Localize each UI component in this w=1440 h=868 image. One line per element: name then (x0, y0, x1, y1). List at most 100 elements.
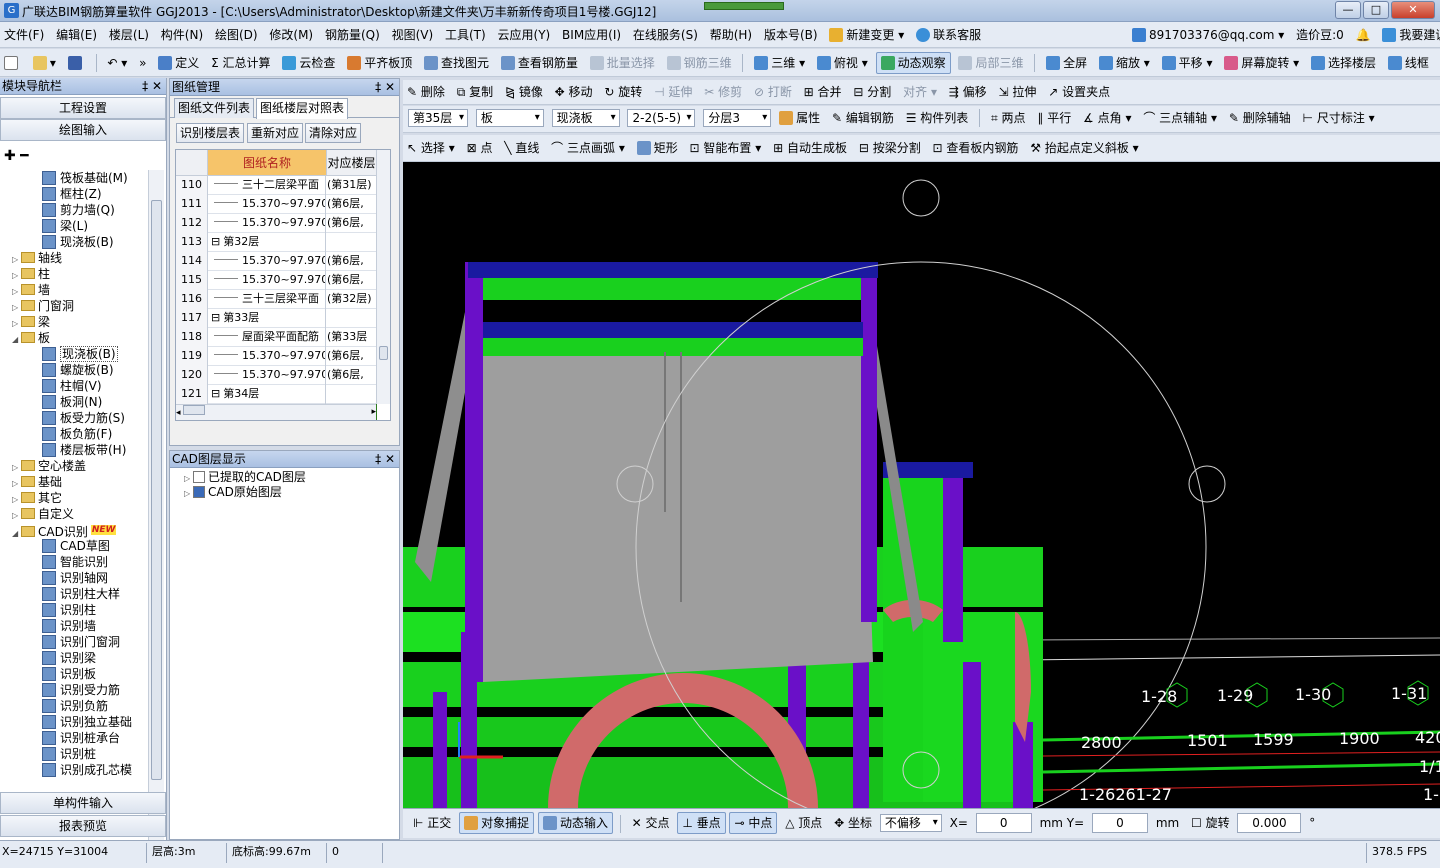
menu-view[interactable]: 视图(V) (388, 24, 438, 46)
delete-axis-button[interactable]: ✎ 删除辅轴 (1225, 107, 1295, 129)
cell-drawing-name[interactable]: ⊟ 第32层 (208, 233, 326, 252)
summary-calc-button[interactable]: Σ 汇总计算 (207, 52, 274, 74)
menu-edit[interactable]: 编辑(E) (52, 24, 101, 46)
tree-item[interactable]: 识别柱 (42, 602, 96, 618)
tree-item[interactable]: 识别受力筋 (42, 682, 120, 698)
subtype-select[interactable]: 现浇板 (551, 109, 620, 127)
column-header-drawing-name[interactable]: 图纸名称 (208, 150, 327, 176)
tree-folder[interactable]: ◢ CAD识别 NEW (12, 522, 117, 539)
extracted-cad-layer-item[interactable]: ▷ 已提取的CAD图层 (184, 469, 306, 485)
3d-viewport[interactable]: 1-28 1-29 1-30 1-31 2800 1501 1599 1900 … (403, 162, 1440, 808)
expander-icon[interactable]: ◢ (12, 526, 21, 542)
table-row[interactable]: 117 ⊟ 第33层 (176, 309, 376, 328)
tree-folder[interactable]: ▷ 轴线 (12, 250, 62, 266)
tree-item[interactable]: 板洞(N) (42, 394, 102, 410)
checkbox-icon[interactable] (193, 471, 205, 483)
point-button[interactable]: ⊠ 点 (463, 137, 497, 159)
component-name-select[interactable]: 2-2(5-5) (627, 109, 696, 127)
tree-item[interactable]: 识别负筋 (42, 698, 108, 714)
extend-button[interactable]: ⊣ 延伸 (650, 81, 696, 103)
menu-cloud[interactable]: 云应用(Y) (494, 24, 555, 46)
cell-floor[interactable]: (第6层, (327, 366, 377, 385)
type-select[interactable]: 板 (475, 109, 544, 127)
tree-item[interactable]: 识别独立基础 (42, 714, 132, 730)
new-file-icon[interactable] (0, 52, 25, 74)
offset-button[interactable]: ⇶ 偏移 (945, 81, 991, 103)
collapse-icon[interactable]: ⊟ (211, 235, 220, 248)
line-button[interactable]: ╲ 直线 (500, 137, 543, 159)
tree-item[interactable]: 框柱(Z) (42, 186, 102, 202)
tree-item[interactable]: 楼层板带(H) (42, 442, 126, 458)
break-button[interactable]: ⊘ 打断 (750, 81, 796, 103)
auto-generate-slab-button[interactable]: ⊞ 自动生成板 (769, 137, 851, 159)
panel-pin-close[interactable]: ‡ ✕ (375, 79, 395, 96)
intersection-snap[interactable]: ✕ 交点 (628, 812, 674, 834)
rotate-input[interactable]: 0.000 (1237, 813, 1302, 833)
table-row[interactable]: 112 15.370~97.970 (第6层, (176, 214, 376, 233)
tree-item[interactable]: 板受力筋(S) (42, 410, 125, 426)
tree-item[interactable]: 筏板基础(M) (42, 170, 128, 186)
tree-folder[interactable]: ▷ 其它 (12, 490, 62, 506)
tree-item[interactable]: 识别板 (42, 666, 96, 682)
trim-button[interactable]: ✂ 修剪 (700, 81, 746, 103)
menu-help[interactable]: 帮助(H) (706, 24, 756, 46)
remap-button[interactable]: 重新对应 (247, 123, 304, 143)
tree-item[interactable]: 识别墙 (42, 618, 96, 634)
find-element-button[interactable]: 查找图元 (420, 52, 493, 74)
cell-drawing-name[interactable]: 15.370~97.970 (208, 271, 326, 290)
tree-item[interactable]: CAD草图 (42, 538, 110, 554)
cell-floor[interactable]: (第6层, (327, 195, 377, 214)
recognize-floor-table-button[interactable]: 识别楼层表 (176, 123, 245, 143)
tree-item[interactable]: 现浇板(B) (42, 346, 118, 362)
tree-item[interactable]: 剪力墙(Q) (42, 202, 115, 218)
rotate-checkbox[interactable]: ☐ 旋转 (1187, 812, 1234, 834)
tree-item[interactable]: 识别成孔芯模 (42, 762, 132, 778)
clear-mapping-button[interactable]: 清除对应 (305, 123, 362, 143)
menu-tools[interactable]: 工具(T) (441, 24, 490, 46)
move-button[interactable]: ✥ 移动 (551, 81, 597, 103)
tree-item[interactable]: 识别桩承台 (42, 730, 120, 746)
cell-drawing-name[interactable]: 三十二层梁平面 (208, 176, 326, 195)
wireframe-button[interactable]: 线框 (1384, 52, 1433, 74)
menu-modify[interactable]: 修改(M) (265, 24, 317, 46)
pan-button[interactable]: 平移 ▾ (1158, 52, 1217, 74)
perpendicular-snap[interactable]: ⊥ 垂点 (677, 812, 726, 834)
object-snap-toggle[interactable]: 对象捕捉 (459, 812, 535, 834)
cell-floor[interactable]: (第6层, (327, 347, 377, 366)
delete-button[interactable]: ✎ 删除 (403, 81, 449, 103)
view-rebar-qty-button[interactable]: 查看钢筋量 (497, 52, 582, 74)
tree-item[interactable]: 识别门窗洞 (42, 634, 120, 650)
expand-collapse-icons[interactable]: ✚ ━ (4, 148, 29, 164)
rectangle-button[interactable]: 矩形 (633, 137, 682, 159)
ortho-toggle[interactable]: ⊩ 正交 (409, 812, 455, 834)
define-button[interactable]: 定义 (154, 52, 203, 74)
cloud-check-button[interactable]: 云检查 (278, 52, 339, 74)
select-button[interactable]: ↖ 选择 ▾ (403, 137, 459, 159)
tree-folder[interactable]: ▷ 门窗洞 (12, 298, 74, 314)
cell-drawing-name[interactable]: 15.370~97.970 (208, 252, 326, 271)
tree-item[interactable]: 识别柱大样 (42, 586, 120, 602)
table-row[interactable]: 116 三十三层梁平面 (第32层) (176, 290, 376, 309)
select-floor-button[interactable]: 选择楼层 (1307, 52, 1380, 74)
3d-view-button[interactable]: 三维 ▾ (750, 52, 809, 74)
cell-floor[interactable] (327, 385, 377, 404)
cell-drawing-name[interactable]: ⊟ 第34层 (208, 385, 326, 404)
tree-folder[interactable]: ▷ 自定义 (12, 506, 74, 522)
menu-bim[interactable]: BIM应用(I) (558, 24, 625, 46)
screen-rotate-button[interactable]: 屏幕旋转 ▾ (1220, 52, 1303, 74)
define-slope-slab-button[interactable]: ⚒ 抬起点定义斜板 ▾ (1026, 137, 1142, 159)
collapse-icon[interactable]: ⊟ (211, 387, 220, 400)
menu-file[interactable]: 文件(F) (0, 24, 48, 46)
save-icon[interactable] (64, 52, 89, 74)
expander-icon[interactable]: ◢ (12, 332, 21, 348)
smart-layout-button[interactable]: ⊡ 智能布置 ▾ (686, 137, 766, 159)
mirror-button[interactable]: ⧎ 镜像 (501, 81, 547, 103)
point-angle-button[interactable]: ∡ 点角 ▾ (1079, 107, 1135, 129)
cell-floor[interactable]: (第6层, (327, 214, 377, 233)
dynamic-input-toggle[interactable]: 动态输入 (537, 812, 613, 834)
table-row[interactable]: 113 ⊟ 第32层 (176, 233, 376, 252)
cell-floor[interactable]: (第6层, (327, 252, 377, 271)
nav-pin-close[interactable]: ‡ ✕ (142, 78, 162, 95)
suggest-link[interactable]: 我要建议 (1378, 24, 1440, 46)
table-hscroll[interactable]: ◂ ▸ (176, 404, 376, 420)
